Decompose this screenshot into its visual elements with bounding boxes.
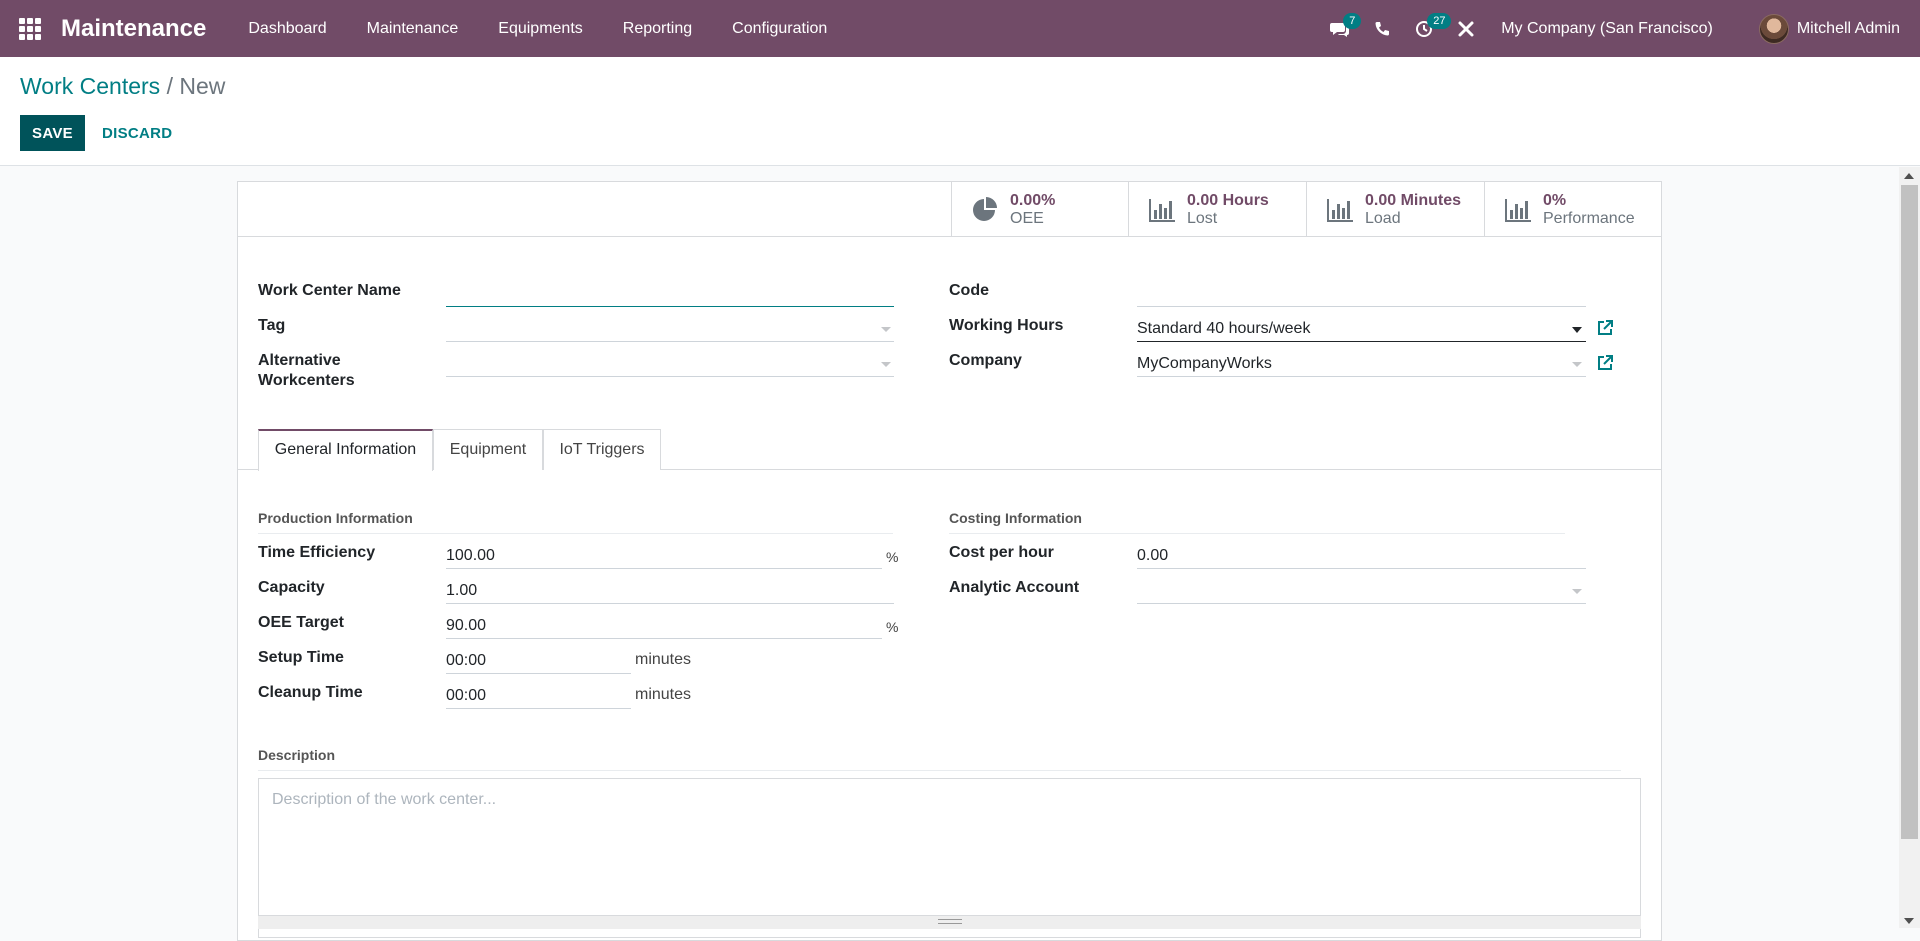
time-efficiency-label: Time Efficiency	[258, 544, 376, 561]
setup-time-unit: minutes	[635, 651, 692, 668]
working-hours-input[interactable]: Standard 40 hours/week	[1137, 315, 1586, 342]
main-navbar: Maintenance Dashboard Maintenance Equipm…	[0, 0, 1920, 57]
debug-tools-icon[interactable]	[1445, 0, 1487, 57]
tab-equipment[interactable]: Equipment	[433, 429, 543, 470]
oee-label: OEE	[1010, 209, 1044, 227]
performance-value: 0%	[1543, 191, 1567, 209]
capacity-input[interactable]: 1.00	[446, 577, 894, 604]
oee-smart-button[interactable]: 0.00% OEE	[951, 182, 1129, 237]
tab-general-information[interactable]: General Information	[258, 429, 433, 471]
form-sheet: 0.00% OEE 0.00 Hours Lost 0.00 Minutes L…	[237, 181, 1662, 941]
working-hours-label: Working Hours	[949, 317, 1064, 334]
cleanup-time-unit: minutes	[635, 686, 692, 703]
company-external-link-icon[interactable]	[1596, 354, 1614, 372]
alternative-workcenters-input[interactable]	[446, 350, 894, 377]
breadcrumb-separator: /	[166, 73, 173, 99]
lost-smart-button[interactable]: 0.00 Hours Lost	[1128, 182, 1306, 237]
nav-item-equipments[interactable]: Equipments	[478, 0, 603, 57]
production-information-title: Production Information	[258, 509, 893, 534]
nav-menu: Dashboard Maintenance Equipments Reporti…	[228, 0, 847, 57]
nav-item-configuration[interactable]: Configuration	[712, 0, 847, 57]
description-textarea[interactable]: Description of the work center...	[258, 778, 1641, 938]
smart-button-box: 0.00% OEE 0.00 Hours Lost 0.00 Minutes L…	[238, 182, 1661, 237]
setup-time-input[interactable]: 00:00	[446, 647, 631, 674]
load-value: 0.00 Minutes	[1365, 191, 1462, 209]
notebook-tabs: General Information Equipment IoT Trigge…	[238, 429, 1661, 471]
alternative-workcenters-dropdown-icon[interactable]	[881, 362, 891, 367]
app-brand[interactable]: Maintenance	[61, 15, 206, 43]
phone-icon[interactable]	[1361, 0, 1403, 57]
nav-item-dashboard[interactable]: Dashboard	[228, 0, 346, 57]
avatar	[1758, 13, 1789, 44]
pie-chart-icon	[973, 196, 997, 221]
lost-value: 0.00 Hours	[1187, 191, 1269, 209]
analytic-account-dropdown-icon[interactable]	[1572, 589, 1582, 594]
breadcrumb-work-centers[interactable]: Work Centers	[20, 73, 160, 99]
load-label: Load	[1365, 209, 1401, 227]
analytic-account-label: Analytic Account	[949, 579, 1080, 596]
cleanup-time-label: Cleanup Time	[258, 684, 363, 701]
cost-per-hour-label: Cost per hour	[949, 544, 1054, 561]
code-input[interactable]	[1137, 280, 1586, 307]
navbar-systray: 7 27 My Company (San Francisco) Mitchell…	[1319, 0, 1920, 57]
user-name: Mitchell Admin	[1796, 19, 1900, 37]
user-menu[interactable]: Mitchell Admin	[1729, 13, 1920, 44]
time-efficiency-unit: %	[886, 549, 899, 565]
working-hours-external-link-icon[interactable]	[1596, 319, 1614, 337]
lost-label: Lost	[1187, 209, 1218, 227]
work-center-name-label: Work Center Name	[258, 282, 401, 299]
time-efficiency-input[interactable]: 100.00	[446, 542, 882, 569]
capacity-label: Capacity	[258, 579, 325, 596]
breadcrumb-current: New	[179, 73, 226, 99]
company-dropdown-icon[interactable]	[1572, 362, 1582, 367]
description-resize-handle[interactable]	[258, 915, 1641, 929]
company-label: Company	[949, 352, 1022, 369]
apps-menu-icon[interactable]	[0, 0, 60, 57]
bar-chart-icon	[1327, 198, 1353, 222]
oee-target-label: OEE Target	[258, 614, 344, 631]
code-label: Code	[949, 282, 989, 299]
nav-item-reporting[interactable]: Reporting	[603, 0, 712, 57]
cost-per-hour-input[interactable]: 0.00	[1137, 542, 1586, 569]
oee-target-unit: %	[886, 619, 899, 635]
scroll-down-icon[interactable]	[1904, 918, 1914, 924]
nav-item-maintenance[interactable]: Maintenance	[347, 0, 479, 57]
working-hours-dropdown-icon[interactable]	[1572, 327, 1582, 333]
company-input[interactable]: MyCompanyWorks	[1137, 350, 1586, 377]
page-scrollbar[interactable]	[1899, 167, 1920, 928]
bar-chart-icon	[1149, 198, 1175, 222]
setup-time-label: Setup Time	[258, 649, 344, 666]
activity-clock-icon[interactable]: 27	[1403, 0, 1452, 57]
company-switcher[interactable]: My Company (San Francisco)	[1487, 20, 1729, 38]
tag-input[interactable]	[446, 315, 894, 342]
alternative-workcenters-label: Alternative Workcenters	[258, 352, 355, 389]
discuss-icon[interactable]: 7	[1319, 0, 1362, 57]
bar-chart-icon	[1505, 198, 1531, 222]
breadcrumb: Work Centers / New	[20, 73, 225, 100]
discard-button[interactable]: DISCARD	[92, 115, 182, 151]
work-center-name-input[interactable]	[446, 280, 894, 307]
scroll-thumb[interactable]	[1901, 185, 1918, 839]
performance-label: Performance	[1543, 209, 1635, 227]
tag-label: Tag	[258, 317, 286, 334]
control-panel: Work Centers / New SAVE DISCARD	[0, 57, 1920, 166]
save-button[interactable]: SAVE	[20, 115, 85, 151]
performance-smart-button[interactable]: 0% Performance	[1484, 182, 1662, 237]
oee-value: 0.00%	[1010, 191, 1056, 209]
tab-iot-triggers[interactable]: IoT Triggers	[543, 429, 661, 470]
scroll-up-icon[interactable]	[1904, 173, 1914, 179]
description-title: Description	[258, 746, 1621, 771]
load-smart-button[interactable]: 0.00 Minutes Load	[1306, 182, 1484, 237]
costing-information-title: Costing Information	[949, 509, 1565, 534]
analytic-account-input[interactable]	[1137, 577, 1586, 604]
oee-target-input[interactable]: 90.00	[446, 612, 882, 639]
tag-dropdown-icon[interactable]	[881, 327, 891, 332]
discuss-badge: 7	[1343, 13, 1362, 29]
cleanup-time-input[interactable]: 00:00	[446, 682, 631, 709]
